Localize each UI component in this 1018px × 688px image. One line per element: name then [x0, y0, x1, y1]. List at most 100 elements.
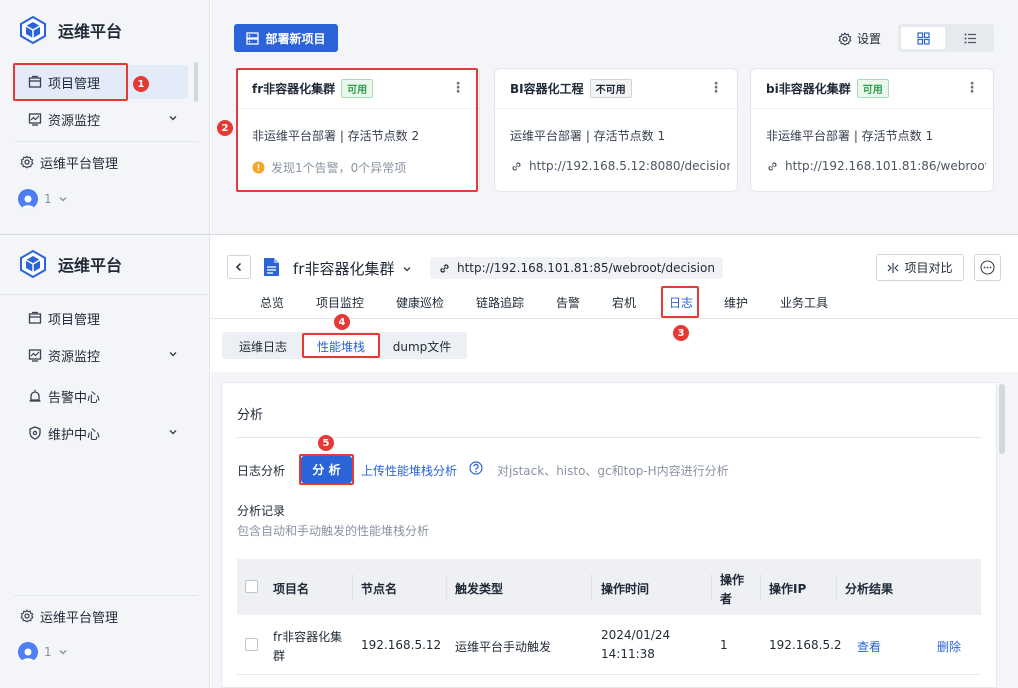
upload-stack-analysis-link[interactable]: 上传性能堆栈分析: [361, 462, 457, 479]
tab-maintenance[interactable]: 维护: [724, 294, 748, 311]
user-menu[interactable]: 1: [18, 642, 68, 662]
column-header-ip: 操作IP: [769, 582, 807, 596]
help-icon[interactable]: [469, 461, 483, 475]
list-view-button[interactable]: [948, 27, 992, 49]
more-options-icon[interactable]: ⋮: [709, 81, 723, 95]
sidebar-item-platform-admin[interactable]: 运维平台管理: [6, 145, 180, 179]
avatar: [18, 189, 38, 209]
column-divider: [836, 574, 837, 600]
step-badge-2: 2: [217, 120, 233, 136]
cell-operator: 1: [720, 638, 728, 652]
project-card[interactable]: bi非容器化集群 可用 ⋮ 非运维平台部署 | 存活节点数 1 http://1…: [750, 68, 994, 192]
sidebar-item-label: 资源监控: [48, 113, 101, 129]
settings-label: 设置: [857, 32, 882, 46]
column-divider: [352, 574, 353, 600]
gear-icon: [20, 609, 34, 623]
section-divider: [237, 437, 981, 438]
project-card[interactable]: BI容器化工程 不可用 ⋮ 运维平台部署 | 存活节点数 1 http://19…: [494, 68, 738, 192]
deploy-project-button[interactable]: 部署新项目: [234, 24, 338, 52]
sidebar-divider: [14, 595, 198, 596]
brand-name: 运维平台: [58, 22, 123, 41]
sidebar-item-platform-admin[interactable]: 运维平台管理: [6, 599, 180, 633]
project-url-chip[interactable]: http://192.168.101.81:85/webroot/decisio…: [430, 257, 723, 279]
user-menu[interactable]: 1: [18, 189, 68, 209]
brand-logo-row: 运维平台: [20, 16, 122, 44]
more-options-icon[interactable]: ⋮: [965, 81, 979, 95]
tab-tracing[interactable]: 链路追踪: [476, 294, 524, 311]
back-button[interactable]: [227, 255, 251, 279]
column-header-node: 节点名: [361, 582, 398, 596]
analysis-hint: 对jstack、histo、gc和top-H内容进行分析: [497, 464, 729, 478]
compare-projects-button[interactable]: 项目对比: [876, 254, 964, 281]
card-header: bi非容器化集群 可用: [751, 69, 993, 109]
project-url: http://192.168.101.81:85/webroot/decisio…: [457, 261, 715, 275]
server-icon: [246, 31, 260, 45]
chevron-down-icon[interactable]: [168, 427, 178, 437]
chevron-down-icon[interactable]: [168, 349, 178, 359]
step-badge-1: 1: [133, 76, 149, 92]
chevron-left-icon: [234, 262, 244, 272]
tab-alerts[interactable]: 告警: [556, 294, 580, 311]
records-description: 包含自动和手动触发的性能堆栈分析: [237, 524, 430, 538]
compare-icon: [887, 262, 899, 274]
cell-node: 192.168.5.12: [361, 638, 442, 652]
monitor-icon: [28, 112, 42, 126]
more-menu-button[interactable]: [974, 254, 1001, 281]
log-analysis-label: 日志分析: [237, 464, 286, 478]
link-icon: [510, 160, 523, 173]
project-title-dropdown[interactable]: fr非容器化集群: [293, 258, 412, 279]
sidebar-item-label: 维护中心: [48, 427, 101, 443]
user-name: 1: [44, 192, 52, 206]
chevron-down-icon: [58, 194, 68, 204]
cell-trigger: 运维平台手动触发: [455, 640, 552, 654]
sidebar-divider: [0, 294, 210, 295]
section-title: 分析: [237, 408, 264, 423]
cell-date: 2024/01/24: [601, 628, 671, 642]
card-deploy-info: 运维平台部署 | 存活节点数 1: [510, 129, 666, 143]
gear-icon: [838, 31, 852, 46]
column-header-operator: 操作: [720, 573, 745, 587]
subtab-ops-log[interactable]: 运维日志: [228, 335, 298, 357]
cube-logo-icon: [20, 250, 46, 278]
settings-button[interactable]: 设置: [838, 30, 881, 47]
delete-record-link[interactable]: 删除: [937, 638, 961, 655]
bottom-sidebar: 运维平台 项目管理 资源监控 告警中心 维护中心 运维平台管理 1: [0, 235, 210, 688]
status-badge: 不可用: [589, 79, 632, 98]
alarm-icon: [28, 389, 42, 403]
content-scrollbar[interactable]: [999, 384, 1005, 454]
chevron-down-icon[interactable]: [168, 113, 178, 123]
tab-downtime[interactable]: 宕机: [612, 294, 636, 311]
document-icon: [262, 257, 280, 277]
link-icon: [766, 160, 779, 173]
sidebar-item-resource-monitor[interactable]: 资源监控: [14, 338, 188, 372]
url-text: http://192.168.101.81:86/webroot...: [785, 159, 986, 173]
sidebar-item-resource-monitor[interactable]: 资源监控: [14, 102, 188, 136]
column-header-project: 项目名: [273, 582, 310, 596]
card-url[interactable]: http://192.168.101.81:86/webroot...: [766, 159, 986, 173]
tab-overview[interactable]: 总览: [260, 294, 284, 311]
monitor-icon: [28, 348, 42, 362]
sidebar-scrollbar[interactable]: [194, 62, 198, 102]
highlight-box-2: [236, 68, 478, 192]
step-badge-5: 5: [318, 435, 334, 451]
sidebar-item-maintenance-center[interactable]: 维护中心: [14, 416, 188, 450]
select-all-checkbox[interactable]: [245, 580, 258, 593]
sidebar-item-projects[interactable]: 项目管理: [14, 301, 188, 335]
card-deploy-info: 非运维平台部署 | 存活节点数 1: [766, 129, 934, 143]
subtab-dump-file[interactable]: dump文件: [384, 335, 460, 357]
row-checkbox[interactable]: [245, 638, 258, 651]
column-divider: [711, 574, 712, 600]
step-badge-4: 4: [334, 314, 350, 330]
brand-logo-row: 运维平台: [20, 250, 122, 278]
tab-business-tools[interactable]: 业务工具: [780, 294, 828, 311]
grid-view-button[interactable]: [901, 27, 945, 49]
compare-label: 项目对比: [904, 261, 953, 275]
column-header-operator-line2: 者: [720, 592, 733, 606]
view-result-link[interactable]: 查看: [857, 638, 881, 655]
highlight-box-1: [13, 63, 128, 101]
tab-health-check[interactable]: 健康巡检: [396, 294, 444, 311]
sidebar-item-alert-center[interactable]: 告警中心: [14, 379, 188, 413]
tab-project-monitor[interactable]: 项目监控: [316, 294, 364, 311]
card-url[interactable]: http://192.168.5.12:8080/decision: [510, 159, 730, 173]
brand-name: 运维平台: [58, 256, 123, 275]
